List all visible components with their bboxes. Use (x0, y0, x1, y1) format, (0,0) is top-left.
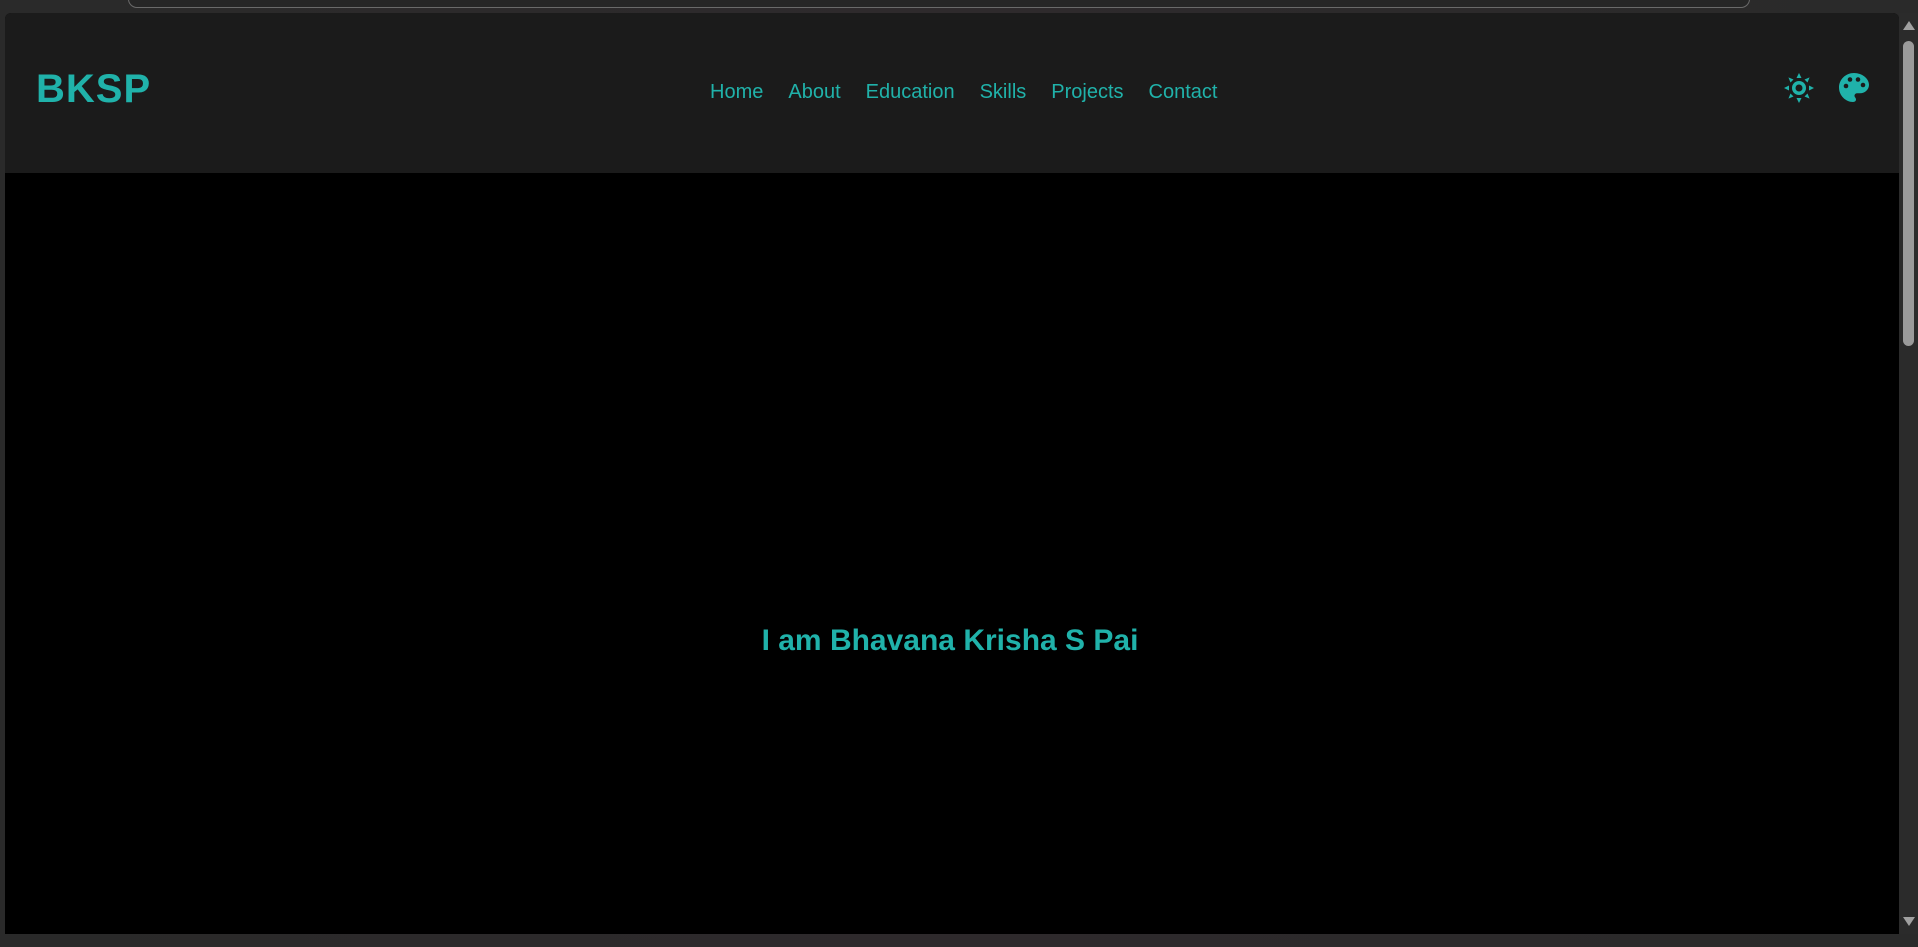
theme-toggle-button[interactable] (1782, 71, 1816, 105)
nav-link-projects[interactable]: Projects (1051, 80, 1123, 104)
nav-link-about[interactable]: About (788, 80, 840, 104)
site-logo[interactable]: BKSP (36, 69, 151, 109)
address-bar-edge (128, 0, 1750, 8)
palette-icon (1839, 73, 1869, 102)
nav-link-home[interactable]: Home (710, 80, 763, 104)
browser-window: BKSP Home About Education Skills Project… (0, 0, 1918, 947)
navbar: BKSP Home About Education Skills Project… (5, 13, 1899, 173)
scroll-down-icon[interactable] (1903, 917, 1915, 926)
sun-icon (1784, 73, 1814, 103)
scroll-thumb[interactable] (1903, 41, 1914, 346)
nav-link-contact[interactable]: Contact (1149, 80, 1218, 104)
nav-link-skills[interactable]: Skills (980, 80, 1027, 104)
palette-button[interactable] (1837, 71, 1871, 105)
nav-link-education[interactable]: Education (866, 80, 955, 104)
page-viewport: BKSP Home About Education Skills Project… (5, 13, 1899, 934)
scroll-up-icon[interactable] (1903, 21, 1915, 30)
vertical-scrollbar[interactable] (1899, 13, 1918, 934)
nav-menu: Home About Education Skills Projects Con… (710, 80, 1217, 104)
hero-title: I am Bhavana Krisha S Pai (761, 624, 1139, 658)
